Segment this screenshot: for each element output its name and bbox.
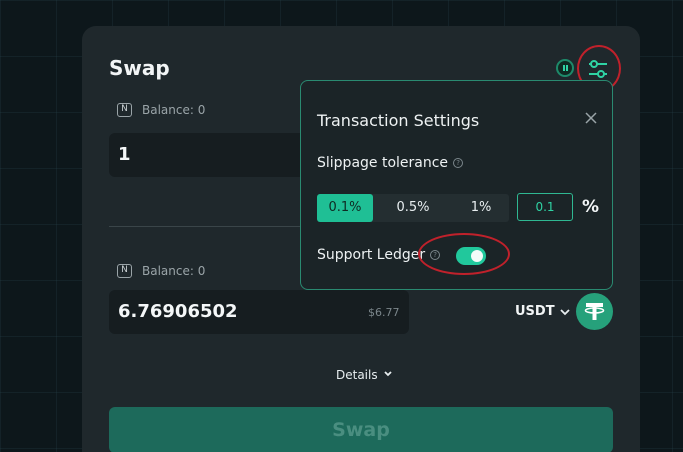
- chevron-down-icon[interactable]: [383, 369, 393, 379]
- help-icon[interactable]: ?: [453, 158, 464, 168]
- to-amount-field[interactable]: 6.76906502 $6.77: [109, 290, 409, 334]
- token-icon: N: [117, 264, 132, 278]
- slippage-label: Slippage tolerance?: [317, 155, 464, 171]
- usd-value: $6.77: [368, 306, 400, 319]
- usdt-logo-icon[interactable]: [576, 293, 613, 330]
- support-ledger-text: Support Ledger: [317, 247, 426, 263]
- details-toggle[interactable]: Details: [336, 368, 378, 382]
- token-select-label[interactable]: USDT: [515, 304, 555, 319]
- to-amount-output: 6.76906502: [118, 301, 238, 322]
- slippage-label-text: Slippage tolerance: [317, 155, 449, 171]
- page-title: Swap: [109, 56, 170, 80]
- annotation-circle: [418, 233, 510, 275]
- refresh-timer-icon[interactable]: [556, 59, 574, 77]
- transaction-settings-popover: Transaction Settings Slippage tolerance?…: [300, 80, 613, 290]
- swap-button[interactable]: Swap: [109, 407, 613, 452]
- slippage-option-0-1[interactable]: 0.1%: [317, 194, 373, 222]
- divider: [109, 226, 319, 227]
- percent-symbol: %: [582, 197, 600, 217]
- popover-title: Transaction Settings: [317, 111, 480, 130]
- to-balance: Balance: 0: [142, 264, 206, 278]
- slippage-options: 0.1% 0.5% 1%: [317, 194, 509, 222]
- token-icon: N: [117, 103, 132, 117]
- from-balance: Balance: 0: [142, 103, 206, 117]
- close-icon[interactable]: [585, 112, 597, 124]
- slippage-option-0-5[interactable]: 0.5%: [385, 194, 441, 222]
- custom-slippage-input[interactable]: 0.1: [517, 193, 573, 221]
- chevron-down-icon[interactable]: [559, 306, 571, 318]
- from-amount-input[interactable]: 1: [118, 144, 131, 165]
- slippage-option-1[interactable]: 1%: [453, 194, 509, 222]
